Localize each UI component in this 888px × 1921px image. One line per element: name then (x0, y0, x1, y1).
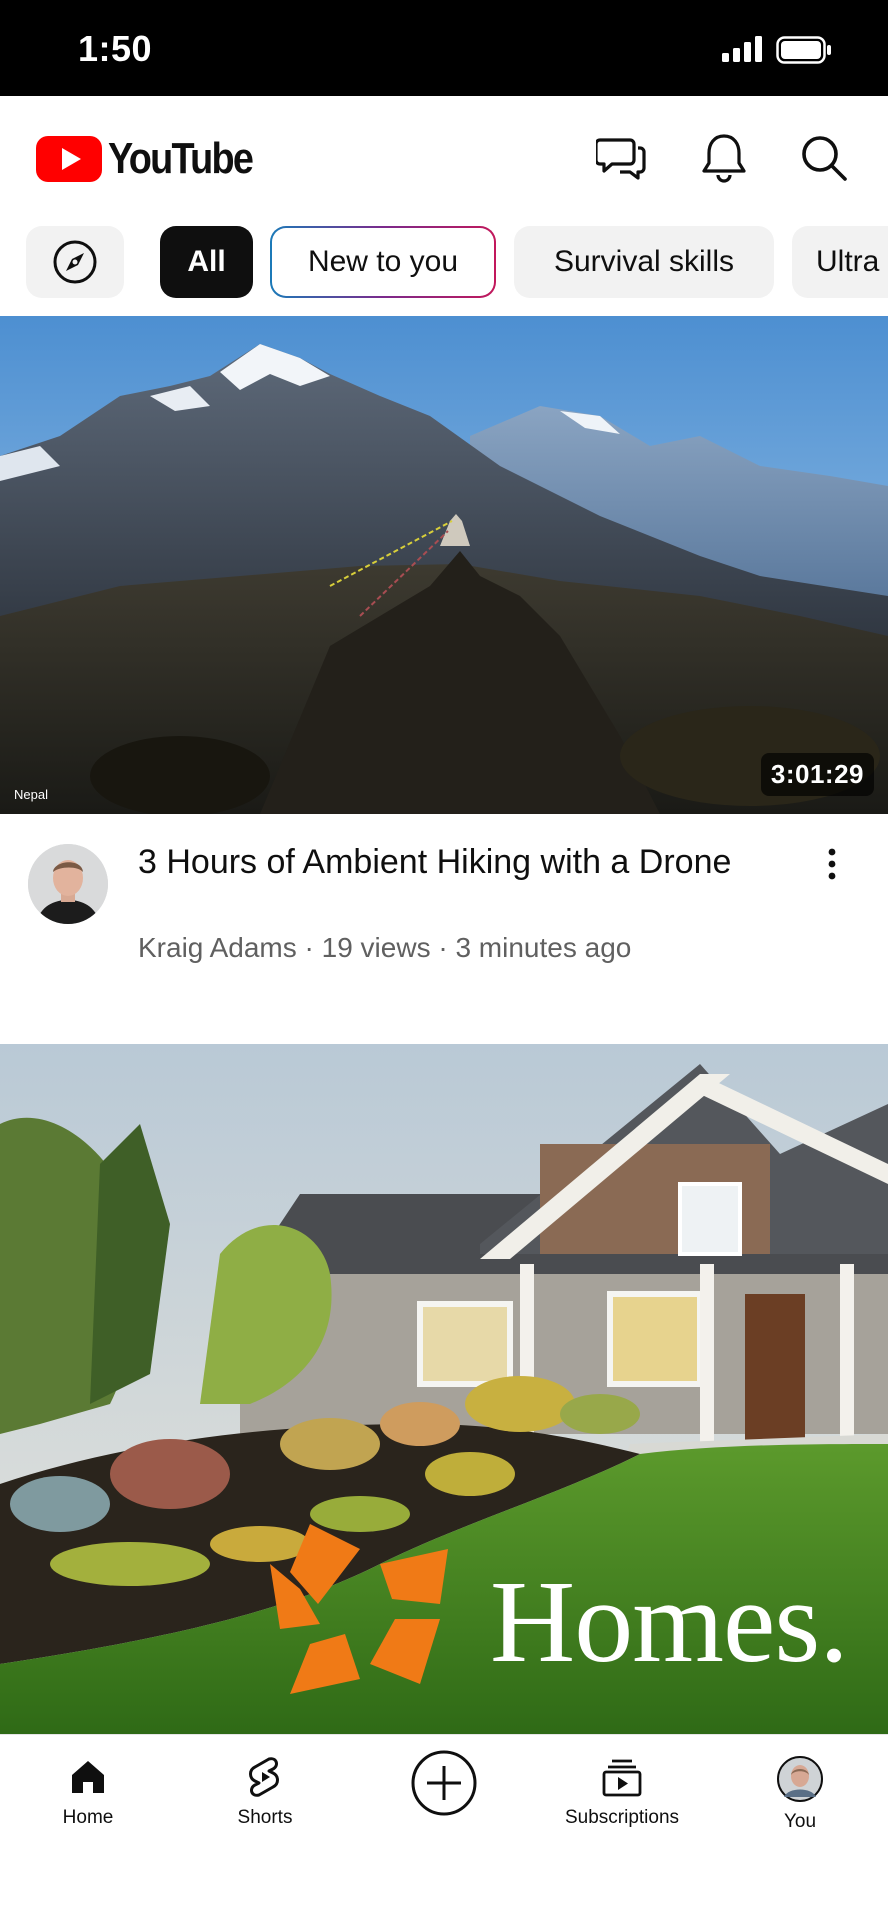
youtube-play-icon (36, 136, 102, 182)
video-meta: 3 Hours of Ambient Hiking with a Drone K… (0, 814, 888, 1044)
avatar (777, 1756, 823, 1802)
compass-icon (53, 240, 97, 284)
explore-chip[interactable] (26, 226, 124, 298)
youtube-logo[interactable]: YouTube (36, 134, 276, 184)
chat-icon (596, 138, 646, 180)
search-button[interactable] (796, 130, 852, 186)
tab-you[interactable]: You (730, 1755, 870, 1833)
video-duration: 3:01:29 (760, 753, 874, 796)
shorts-icon (249, 1757, 279, 1797)
logo-text: YouTube (108, 134, 254, 183)
create-plus-icon (411, 1750, 477, 1816)
create-button[interactable] (374, 1749, 514, 1817)
battery-icon (776, 36, 831, 64)
tab-shorts[interactable]: Shorts (195, 1755, 335, 1829)
kebab-menu-icon (828, 848, 836, 880)
signal-icon (722, 36, 762, 62)
bottom-tab-bar: Home Shorts Subscriptions You (0, 1734, 888, 1921)
app-bar: YouTube (0, 96, 888, 220)
status-bar: 1:50 (0, 0, 888, 96)
thumbnail-brand-text: Homes. (490, 1556, 849, 1687)
channel-avatar-image (28, 844, 108, 924)
tab-home-label: Home (62, 1807, 114, 1828)
chip-new-to-you[interactable]: New to you (270, 226, 496, 298)
video-title[interactable]: 3 Hours of Ambient Hiking with a Drone (138, 840, 738, 884)
tab-subscriptions-label: Subscriptions (564, 1807, 680, 1828)
chip-all[interactable]: All (160, 226, 253, 298)
tab-home[interactable]: Home (18, 1755, 158, 1829)
tab-subscriptions[interactable]: Subscriptions (552, 1755, 692, 1829)
search-icon (802, 136, 847, 181)
tab-shorts-label: Shorts (237, 1807, 293, 1828)
video-thumbnail[interactable]: Nepal 3:01:29 (0, 316, 888, 814)
notifications-button[interactable] (696, 130, 752, 186)
status-time: 1:50 (78, 28, 153, 69)
chat-button[interactable] (594, 130, 650, 186)
chip-survival-skills[interactable]: Survival skills (514, 226, 774, 298)
more-options-button[interactable] (812, 844, 852, 884)
subscriptions-icon (602, 1759, 642, 1797)
thumbnail-caption: Nepal (14, 787, 48, 802)
bell-icon (702, 134, 746, 183)
home-icon (72, 1761, 104, 1793)
tab-you-label: You (783, 1811, 817, 1832)
mountain-thumbnail-image (0, 316, 888, 814)
chip-ultra[interactable]: Ultra (792, 226, 888, 298)
filter-chips: All New to you Survival skills Ultra (0, 220, 888, 316)
channel-avatar[interactable] (28, 844, 108, 924)
video-subtitle: Kraig Adams · 19 views · 3 minutes ago (138, 932, 632, 963)
video-thumbnail-2[interactable]: Homes. (0, 1044, 888, 1734)
